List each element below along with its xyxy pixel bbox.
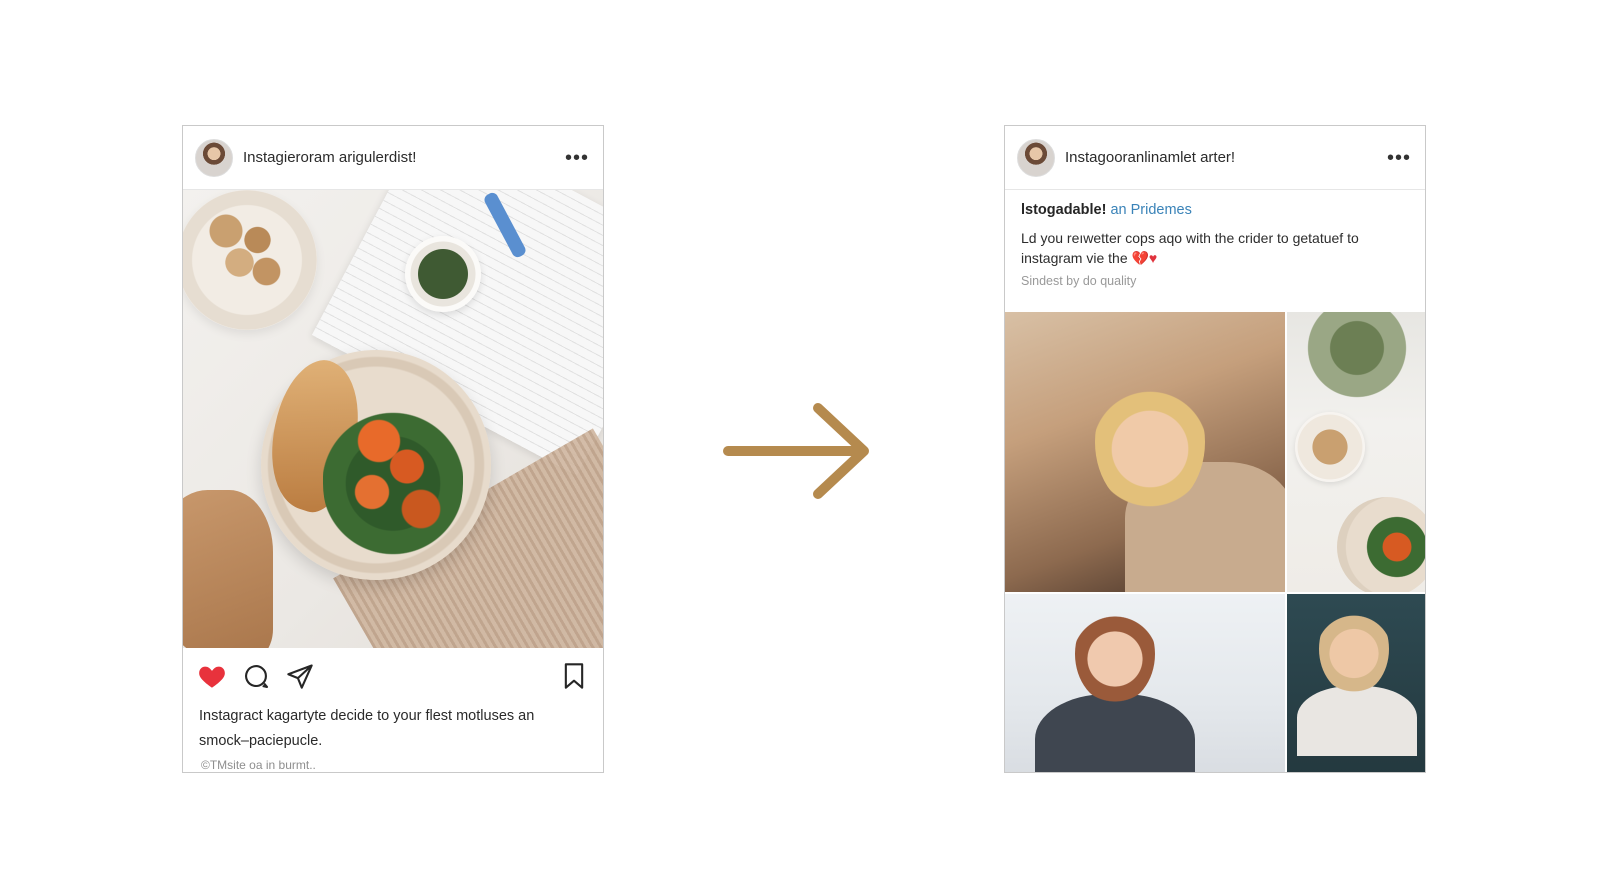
heart-emoji: 💔♥ [1131,250,1158,266]
post-caption: Instagract kagartyte decide to your fles… [199,708,535,749]
nuts [199,204,289,294]
nut-bowl [1295,412,1365,482]
post-subtext: ©TMsite oa in burmt.. [201,758,316,772]
post-image-food[interactable] [183,190,603,648]
grid-photo-woman-eating[interactable] [1005,312,1285,592]
share-icon[interactable] [285,661,315,691]
roasted-vegetables [323,390,463,560]
photo-grid [1005,312,1425,772]
right-post-card: Instagooranlinamlet arter! ••• lstogadab… [1004,125,1426,773]
bookmark-icon[interactable] [559,661,589,691]
promo-title-text: lstogadable! [1021,202,1107,218]
figure-face [1319,604,1389,694]
promo-link[interactable]: an Pridemes [1110,202,1191,218]
username[interactable]: Instagooranlinamlet arter! [1065,149,1387,166]
action-bar [183,648,603,704]
post-header: Instagooranlinamlet arter! ••• [1005,126,1425,190]
avatar[interactable] [195,138,233,177]
grid-photo-woman-portrait[interactable] [1287,594,1425,772]
figure-body [1035,694,1195,772]
arrow-right-icon [723,403,869,499]
left-post-card: Instagieroram arigulerdist! ••• Instagra… [182,125,604,773]
username[interactable]: Instagieroram arigulerdist! [243,149,565,166]
figure-face [1095,372,1205,512]
greens-bowl [405,236,481,312]
avatar[interactable] [1017,138,1055,177]
wooden-board [183,490,273,648]
promo-body: Ld you reıwetter cops aqo with the cride… [1021,230,1359,266]
heart-icon[interactable] [197,661,227,691]
grid-photo-woman-smiling[interactable] [1005,594,1285,772]
post-header: Instagieroram arigulerdist! ••• [183,126,603,190]
plate [1337,497,1425,592]
promo-text: Ld you reıwetter cops aqo with the cride… [1021,228,1409,268]
plant [1287,312,1425,402]
promo-title: lstogadable! an Pridemes [1021,202,1409,218]
promo-meta: Sindest by do quality [1021,274,1137,288]
comment-icon[interactable] [241,661,271,691]
more-icon[interactable]: ••• [1387,148,1411,168]
promo-block: lstogadable! an Pridemes Ld you reıwette… [1005,190,1425,288]
grid-photo-food-flatlay[interactable] [1287,312,1425,592]
more-icon[interactable]: ••• [565,148,589,168]
figure-face [1075,604,1155,704]
figure-body [1297,686,1417,756]
